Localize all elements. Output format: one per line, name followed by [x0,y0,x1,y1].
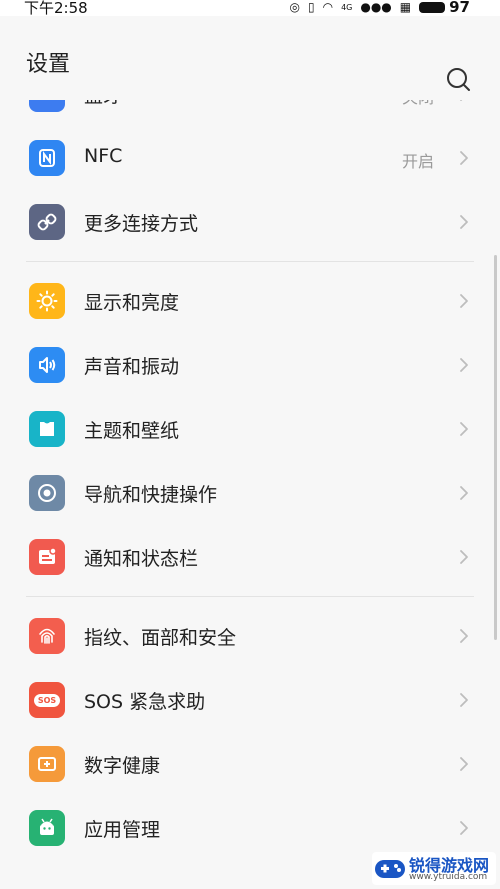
settings-item[interactable]: 主题和壁纸 [0,397,500,461]
android-app-icon [29,810,65,846]
battery-level: 97 [449,0,470,16]
settings-item-label: 导航和快捷操作 [84,484,218,506]
status-icons: ◎ ▯ ◠ 4G ●●● ▦ 97 [289,0,470,16]
settings-item[interactable]: 蓝牙 关闭 [0,100,500,126]
settings-item-label: 声音和振动 [84,356,180,378]
settings-item[interactable]: NFC 开启 [0,126,500,190]
settings-item-label: 更多连接方式 [84,213,199,235]
speaker-icon [29,347,65,383]
settings-item-label: 指纹、面部和安全 [84,627,237,649]
chevron-right-icon [460,358,468,372]
header: 设置 [0,16,500,100]
theme-shirt-icon [29,411,65,447]
alarm-icon: ◎ [289,0,300,14]
settings-item[interactable]: 显示和亮度 [0,269,500,333]
chevron-right-icon [460,550,468,564]
vibrate-icon: ▯ [307,0,315,14]
hd-icon: ▦ [399,0,412,14]
notification-icon [29,539,65,575]
digital-health-icon [29,746,65,782]
settings-item[interactable]: 声音和振动 [0,333,500,397]
page-title: 设置 [26,52,71,77]
settings-item-label: 显示和亮度 [84,292,180,314]
settings-item[interactable]: 数字健康 [0,732,500,796]
chevron-right-icon [460,486,468,500]
watermark: 锐得游戏网 www.ytruida.com [372,852,496,885]
sun-icon [29,283,65,319]
settings-item-label: SOS 紧急求助 [84,691,206,713]
settings-item-label: 通知和状态栏 [84,548,199,570]
gamepad-logo-icon [375,860,405,878]
sos-icon: SOS [29,682,65,718]
link-icon [29,204,65,240]
chevron-right-icon [460,151,468,165]
fingerprint-icon [29,618,65,654]
settings-item[interactable]: 指纹、面部和安全 [0,604,500,668]
settings-item[interactable]: 导航和快捷操作 [0,461,500,525]
status-bar: 下午2:58 ◎ ▯ ◠ 4G ●●● ▦ 97 [0,0,500,17]
watermark-url: www.ytruida.com [409,872,488,882]
settings-item[interactable]: 更多连接方式 [0,190,500,254]
battery-indicator: 97 [419,0,470,16]
bluetooth-icon [29,100,65,112]
settings-item-value: 开启 [401,152,434,171]
chevron-right-icon [460,757,468,771]
chevron-right-icon [460,215,468,229]
status-time: 下午2:58 [24,0,88,17]
nfc-icon [29,140,65,176]
settings-item-value: 关闭 [402,100,434,108]
navigation-icon [29,475,65,511]
search-icon [447,68,470,91]
chevron-right-icon [460,422,468,436]
chevron-right-icon [460,693,468,707]
section-divider [0,254,500,269]
battery-icon [419,1,446,13]
sos-badge-text: SOS [33,693,61,707]
signal-icon: ●●● [360,0,392,14]
chevron-right-icon [460,629,468,643]
chevron-right-icon [460,821,468,835]
search-button[interactable] [445,66,471,92]
wifi-icon: ◠ [322,0,334,14]
settings-item-label: NFC [84,145,123,167]
chevron-right-icon [460,100,463,101]
settings-item-label: 数字健康 [84,755,161,777]
settings-item[interactable]: SOS SOS 紧急求助 [0,668,500,732]
network-label: 4G [341,2,353,12]
chevron-right-icon [460,294,468,308]
section-divider [0,589,500,604]
settings-item[interactable]: 应用管理 [0,796,500,860]
scrollbar[interactable] [494,255,497,640]
settings-item-label: 主题和壁纸 [84,420,180,442]
settings-item-label: 应用管理 [84,819,161,841]
settings-list[interactable]: 蓝牙 关闭 NFC 开启更多连接方式显示和亮度声音和振动主题和壁纸导航和快捷操作通知和… [0,100,500,889]
settings-item-label: 蓝牙 [84,100,122,108]
settings-item[interactable]: 通知和状态栏 [0,525,500,589]
